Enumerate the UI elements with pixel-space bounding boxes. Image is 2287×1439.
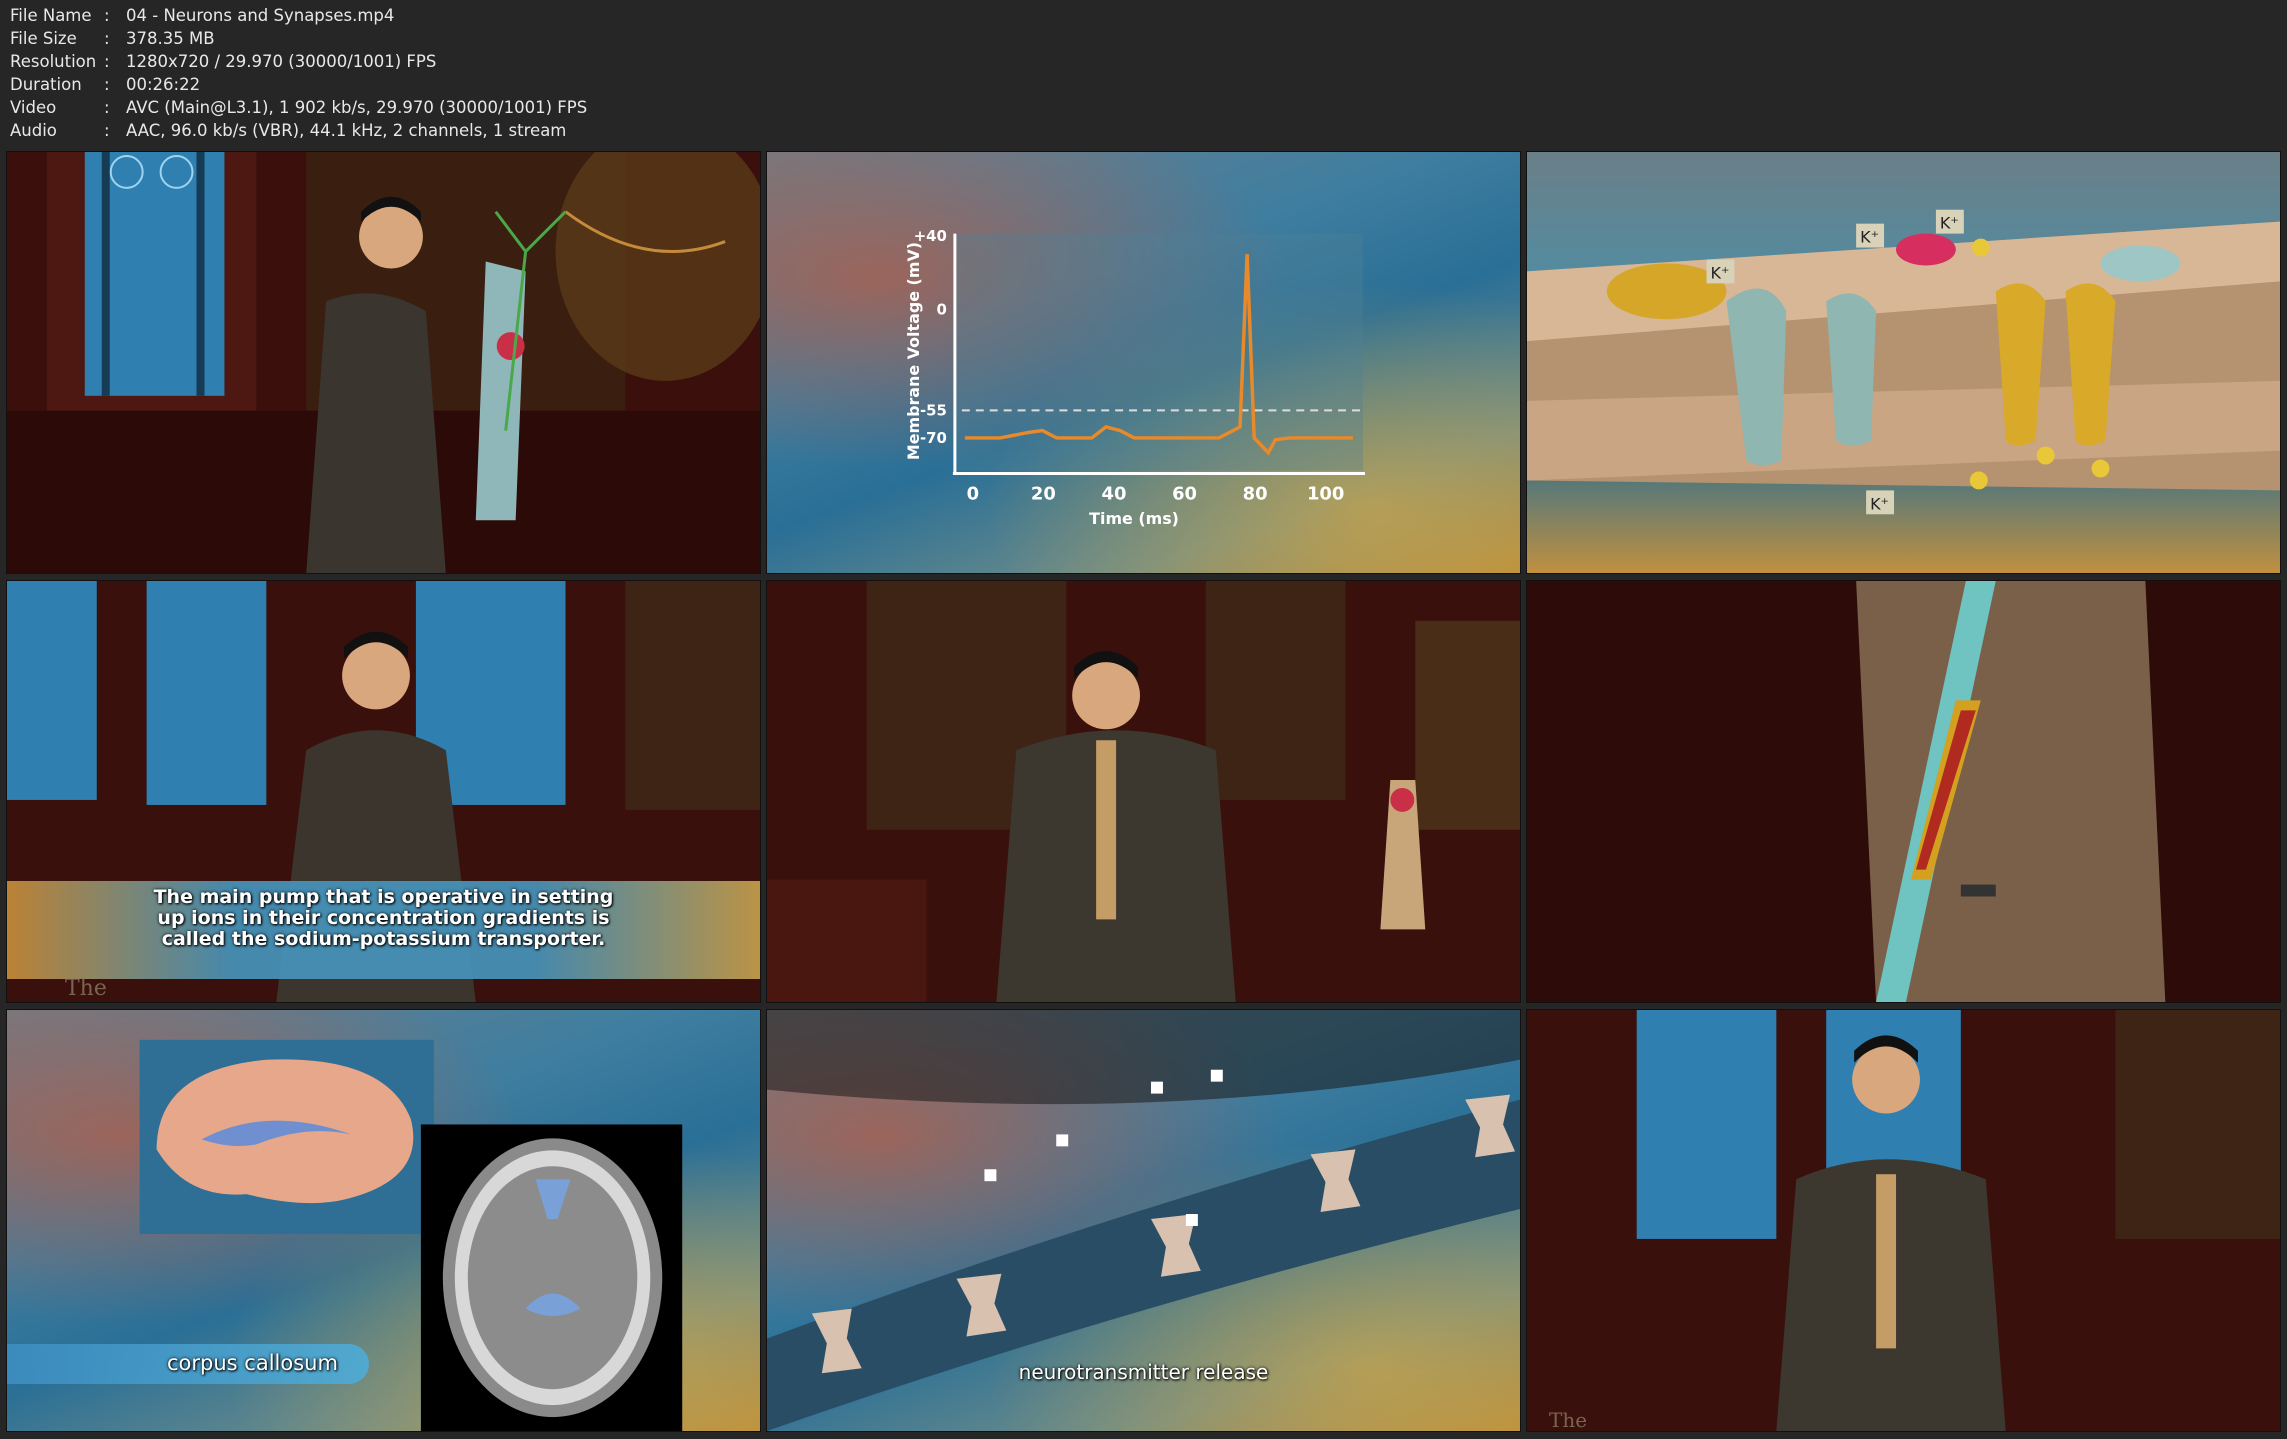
thumbnail-9[interactable]: The [1526, 1009, 2281, 1432]
thumbnail-3[interactable]: K⁺ K⁺ K⁺ K⁺ [1526, 151, 2281, 574]
svg-text:K⁺: K⁺ [1711, 263, 1730, 282]
thumbnail-7[interactable]: corpus callosum [6, 1009, 761, 1432]
info-row-file-size: File Size:378.35 MB [10, 29, 215, 48]
info-row-file-name: File Name:04 - Neurons and Synapses.mp4 [10, 6, 395, 25]
thumbnail-8[interactable]: neurotransmitter release [766, 1009, 1521, 1432]
k-ion-label-4: K⁺ [1866, 490, 1895, 515]
caption-text: The main pump that is operative in setti… [153, 886, 614, 950]
info-row-resolution: Resolution:1280x720 / 29.970 (30000/1001… [10, 52, 437, 71]
y-tick-label: -70 [920, 429, 947, 447]
x-tick-label: 80 [1243, 483, 1268, 504]
info-row-video: Video: AVC (Main@L3.1), 1 902 kb/s, 29.97… [10, 98, 588, 117]
k-ion-label-3: K⁺ [1935, 209, 1964, 234]
y-tick-label: 0 [937, 300, 947, 318]
svg-text:K⁺: K⁺ [1870, 494, 1889, 513]
x-tick-labels: 0 20 40 60 80 100 [967, 483, 1345, 504]
membrane-channels-image: K⁺ K⁺ K⁺ K⁺ [1527, 209, 2280, 515]
x-tick-label: 40 [1101, 483, 1126, 504]
lecturer-with-neuron-model-image [7, 152, 760, 573]
thumbnail-4[interactable]: The main pump that is operative in setti… [6, 580, 761, 1003]
thumbnail-2[interactable]: +40 0 -55 -70 0 20 40 60 80 100 Membrane Voltage… [766, 151, 1521, 574]
corner-logo: The [65, 976, 107, 1001]
corpus-callosum-label: corpus callosum [167, 1351, 338, 1375]
info-row-duration: Duration:00:26:22 [10, 75, 201, 94]
svg-text:K⁺: K⁺ [1860, 228, 1879, 247]
svg-text:K⁺: K⁺ [1940, 214, 1959, 233]
k-ion-label-1: K⁺ [1706, 259, 1735, 284]
corner-logo: The [1549, 1408, 1588, 1432]
action-potential-chart: +400-55-70 0 20 40 60 80 100 Membrane Voltage… [904, 227, 1365, 528]
info-row-audio: Audio: AAC, 96.0 kb/s (VBR), 44.1 kHz, 2 … [10, 121, 567, 140]
y-tick-label: -55 [920, 401, 947, 419]
axon-model-closeup-image [1527, 581, 2280, 1002]
k-ion-label-2: K⁺ [1856, 223, 1885, 248]
neurotransmitter-release-label: neurotransmitter release [1018, 1360, 1269, 1384]
file-info-panel: File Name:04 - Neurons and Synapses.mp4 … [10, 4, 587, 142]
lecturer-explaining-image [1527, 1010, 2280, 1431]
x-tick-label: 60 [1172, 483, 1197, 504]
x-tick-label: 0 [967, 483, 979, 504]
y-axis-label: Membrane Voltage (mV) [904, 242, 923, 460]
lecturer-standing-image [767, 581, 1520, 1002]
x-tick-label: 100 [1307, 483, 1344, 504]
thumbnail-1[interactable] [6, 151, 761, 574]
x-tick-label: 20 [1031, 483, 1056, 504]
thumbnail-5[interactable] [766, 580, 1521, 1003]
x-axis-label: Time (ms) [1089, 509, 1179, 528]
thumbnail-6[interactable] [1526, 580, 2281, 1003]
